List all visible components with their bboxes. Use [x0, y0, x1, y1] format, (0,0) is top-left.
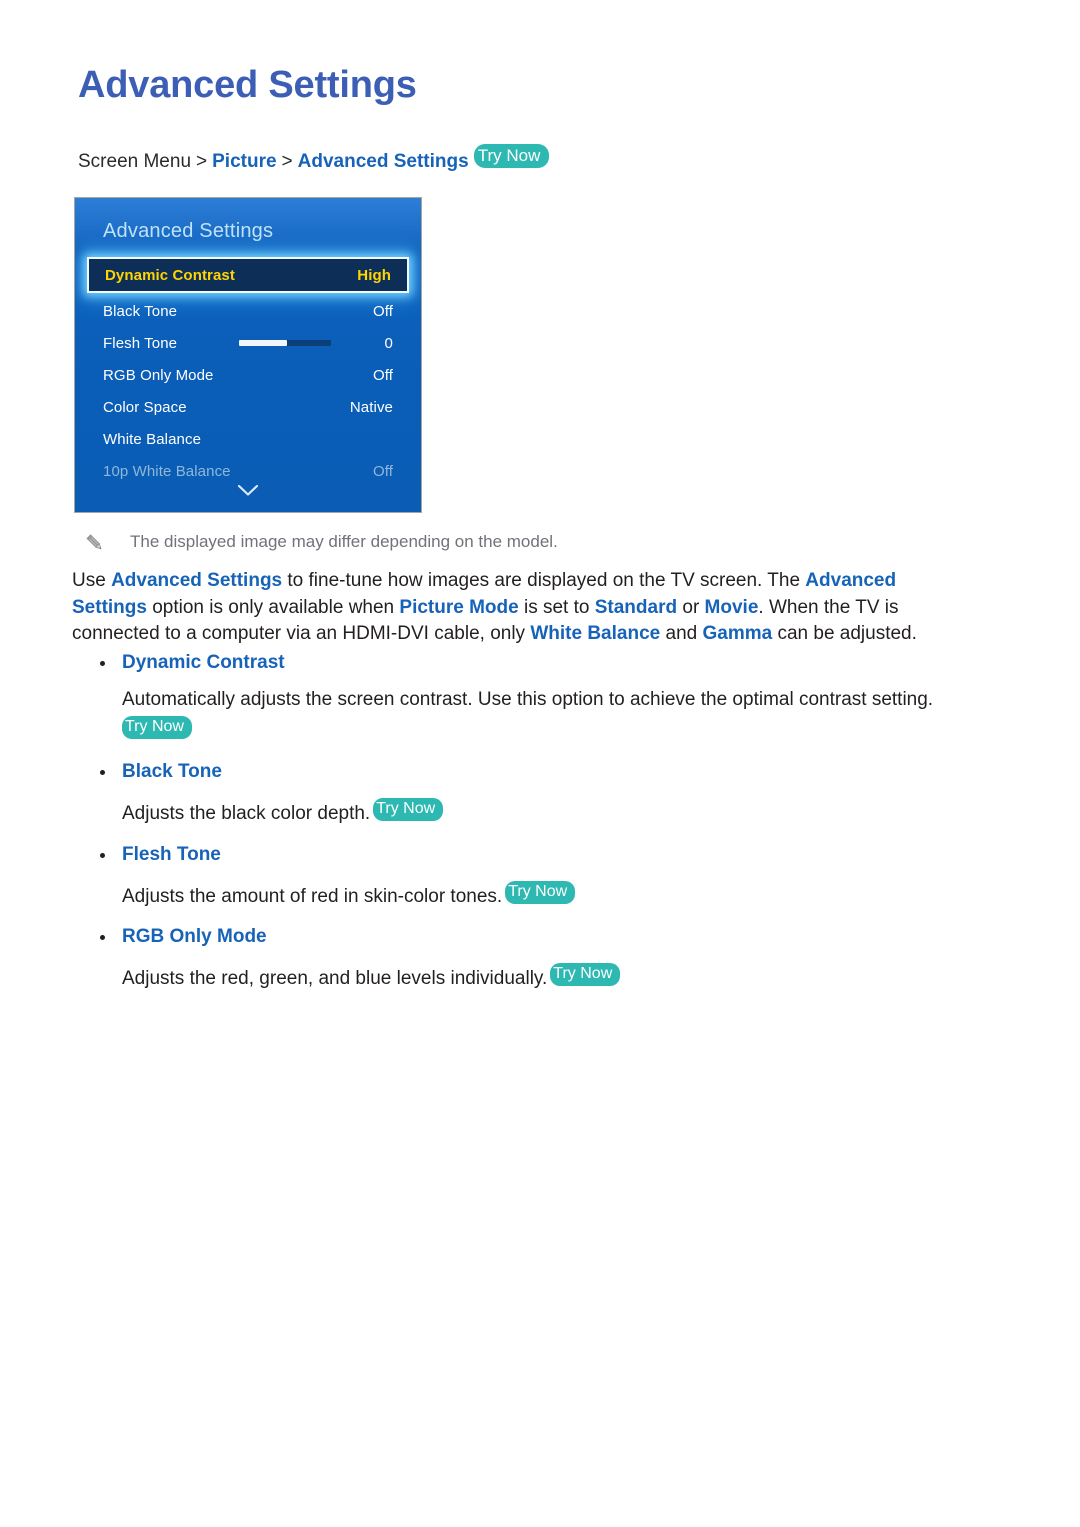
tv-menu-row-label: White Balance [103, 430, 202, 448]
tv-menu-panel: Advanced Settings Dynamic Contrast High … [74, 197, 422, 513]
intro-text-1: Use [72, 570, 112, 591]
section-heading-label: RGB Only Mode [122, 926, 267, 947]
try-now-badge-breadcrumb[interactable]: Try Now [473, 144, 550, 168]
bullet-dot-icon [100, 661, 105, 666]
section-dynamic-contrast: Dynamic Contrast Automatically adjusts t… [72, 650, 1032, 745]
intro-term-picture-mode: Picture Mode [399, 596, 519, 618]
section-heading-label: Dynamic Contrast [122, 652, 285, 673]
settings-sections: Dynamic Contrast Automatically adjusts t… [72, 650, 1032, 1007]
section-description: Adjusts the red, green, and blue levels … [72, 961, 1042, 993]
tv-menu-rows: Dynamic Contrast High Black Tone Off Fle… [75, 256, 421, 487]
page-title: Advanced Settings [78, 64, 417, 106]
intro-text-2: to fine-tune how images are displayed on… [282, 570, 806, 591]
try-now-badge-black-tone[interactable]: Try Now [373, 798, 444, 821]
note-text: The displayed image may differ depending… [130, 532, 558, 551]
section-heading: Black Tone [72, 759, 1032, 785]
section-flesh-tone: Flesh Tone Adjusts the amount of red in … [72, 842, 1032, 911]
tv-menu-row-flesh-tone[interactable]: Flesh Tone 0 [75, 327, 421, 359]
breadcrumb-item-advanced-settings[interactable]: Advanced Settings [298, 151, 469, 172]
tv-menu-row-label: 10p White Balance [103, 462, 231, 480]
section-heading-label: Black Tone [122, 761, 222, 782]
tv-menu-row-label: RGB Only Mode [103, 366, 214, 384]
intro-text-3: option is only available when [146, 596, 400, 618]
section-rgb-only-mode: RGB Only Mode Adjusts the red, green, an… [72, 924, 1032, 993]
chevron-down-icon[interactable] [75, 483, 421, 500]
tv-menu-row-value: Native [349, 398, 393, 416]
try-now-badge-flesh-tone[interactable]: Try Now [505, 880, 576, 904]
intro-term-gamma: Gamma [702, 623, 773, 644]
intro-text-7: and [660, 623, 703, 644]
flesh-tone-slider[interactable] [239, 340, 331, 346]
tv-menu-row-value: 0 [384, 334, 393, 352]
intro-text-4: is set to [518, 596, 595, 618]
tv-menu-row-value: Off [372, 302, 393, 320]
intro-term-movie: Movie [704, 596, 759, 618]
section-description-text: Adjusts the black color depth. [122, 803, 371, 824]
breadcrumb-item-picture[interactable]: Picture [212, 151, 276, 172]
tv-menu-row-white-balance[interactable]: White Balance [75, 423, 421, 455]
tv-menu-row-selected-wrapper: Dynamic Contrast High [75, 257, 421, 293]
intro-text-5: or [677, 596, 705, 618]
tv-menu-row-label: Flesh Tone [103, 334, 178, 352]
intro-term-standard: Standard [594, 596, 678, 618]
tv-menu-row-rgb-only-mode[interactable]: RGB Only Mode Off [75, 359, 421, 391]
breadcrumb-root: Screen Menu [78, 151, 192, 172]
section-heading: Flesh Tone [72, 842, 1032, 868]
section-heading: RGB Only Mode [72, 924, 1032, 950]
tv-menu-row-black-tone[interactable]: Black Tone Off [75, 295, 421, 327]
flesh-tone-slider-fill [239, 340, 287, 346]
tv-menu-header-title: Advanced Settings [103, 220, 274, 242]
section-description: Adjusts the amount of red in skin-color … [72, 879, 1042, 911]
breadcrumb-separator-1: > [196, 151, 208, 172]
try-now-badge-dynamic-contrast[interactable]: Try Now [122, 715, 192, 739]
intro-paragraph: Use Advanced Settings to fine-tune how i… [72, 568, 972, 648]
section-heading: Dynamic Contrast [72, 650, 1032, 676]
pencil-icon [84, 532, 106, 554]
section-black-tone: Black Tone Adjusts the black color depth… [72, 759, 1032, 828]
tv-menu-row-dynamic-contrast[interactable]: Dynamic Contrast High [87, 257, 409, 293]
tv-menu-row-color-space[interactable]: Color Space Native [75, 391, 421, 423]
tv-menu-row-label: Black Tone [103, 302, 178, 320]
tv-menu-row-value: Off [372, 462, 393, 480]
intro-term-white-balance: White Balance [530, 623, 661, 644]
tv-menu-row-label: Color Space [103, 398, 187, 416]
section-description-text: Automatically adjusts the screen contras… [122, 689, 934, 710]
breadcrumb: Screen Menu > Picture > Advanced Settings Try… [78, 143, 550, 174]
tv-menu-row-value: Off [372, 366, 393, 384]
try-now-badge-rgb-only-mode[interactable]: Try Now [550, 963, 621, 986]
bullet-dot-icon [100, 770, 105, 775]
manual-page: Advanced Settings Screen Menu > Picture > Ad… [0, 0, 1080, 1527]
intro-term-advanced-settings-1: Advanced Settings [111, 570, 283, 591]
intro-text-8: can be adjusted. [772, 623, 917, 644]
bullet-dot-icon [100, 852, 105, 858]
bullet-dot-icon [100, 935, 105, 940]
tv-menu-row-value: High [357, 266, 391, 284]
tv-menu-header: Advanced Settings [75, 198, 421, 256]
note-line: The displayed image may differ depending… [84, 531, 558, 554]
section-description-text: Adjusts the red, green, and blue levels … [122, 968, 548, 989]
section-description-text: Adjusts the amount of red in skin-color … [122, 885, 503, 907]
breadcrumb-separator-2: > [281, 151, 293, 172]
section-description: Adjusts the black color depth. Try Now [72, 796, 1042, 828]
section-description: Automatically adjusts the screen contras… [72, 687, 1042, 745]
section-heading-label: Flesh Tone [122, 843, 221, 865]
tv-menu-row-label: Dynamic Contrast [105, 266, 235, 284]
